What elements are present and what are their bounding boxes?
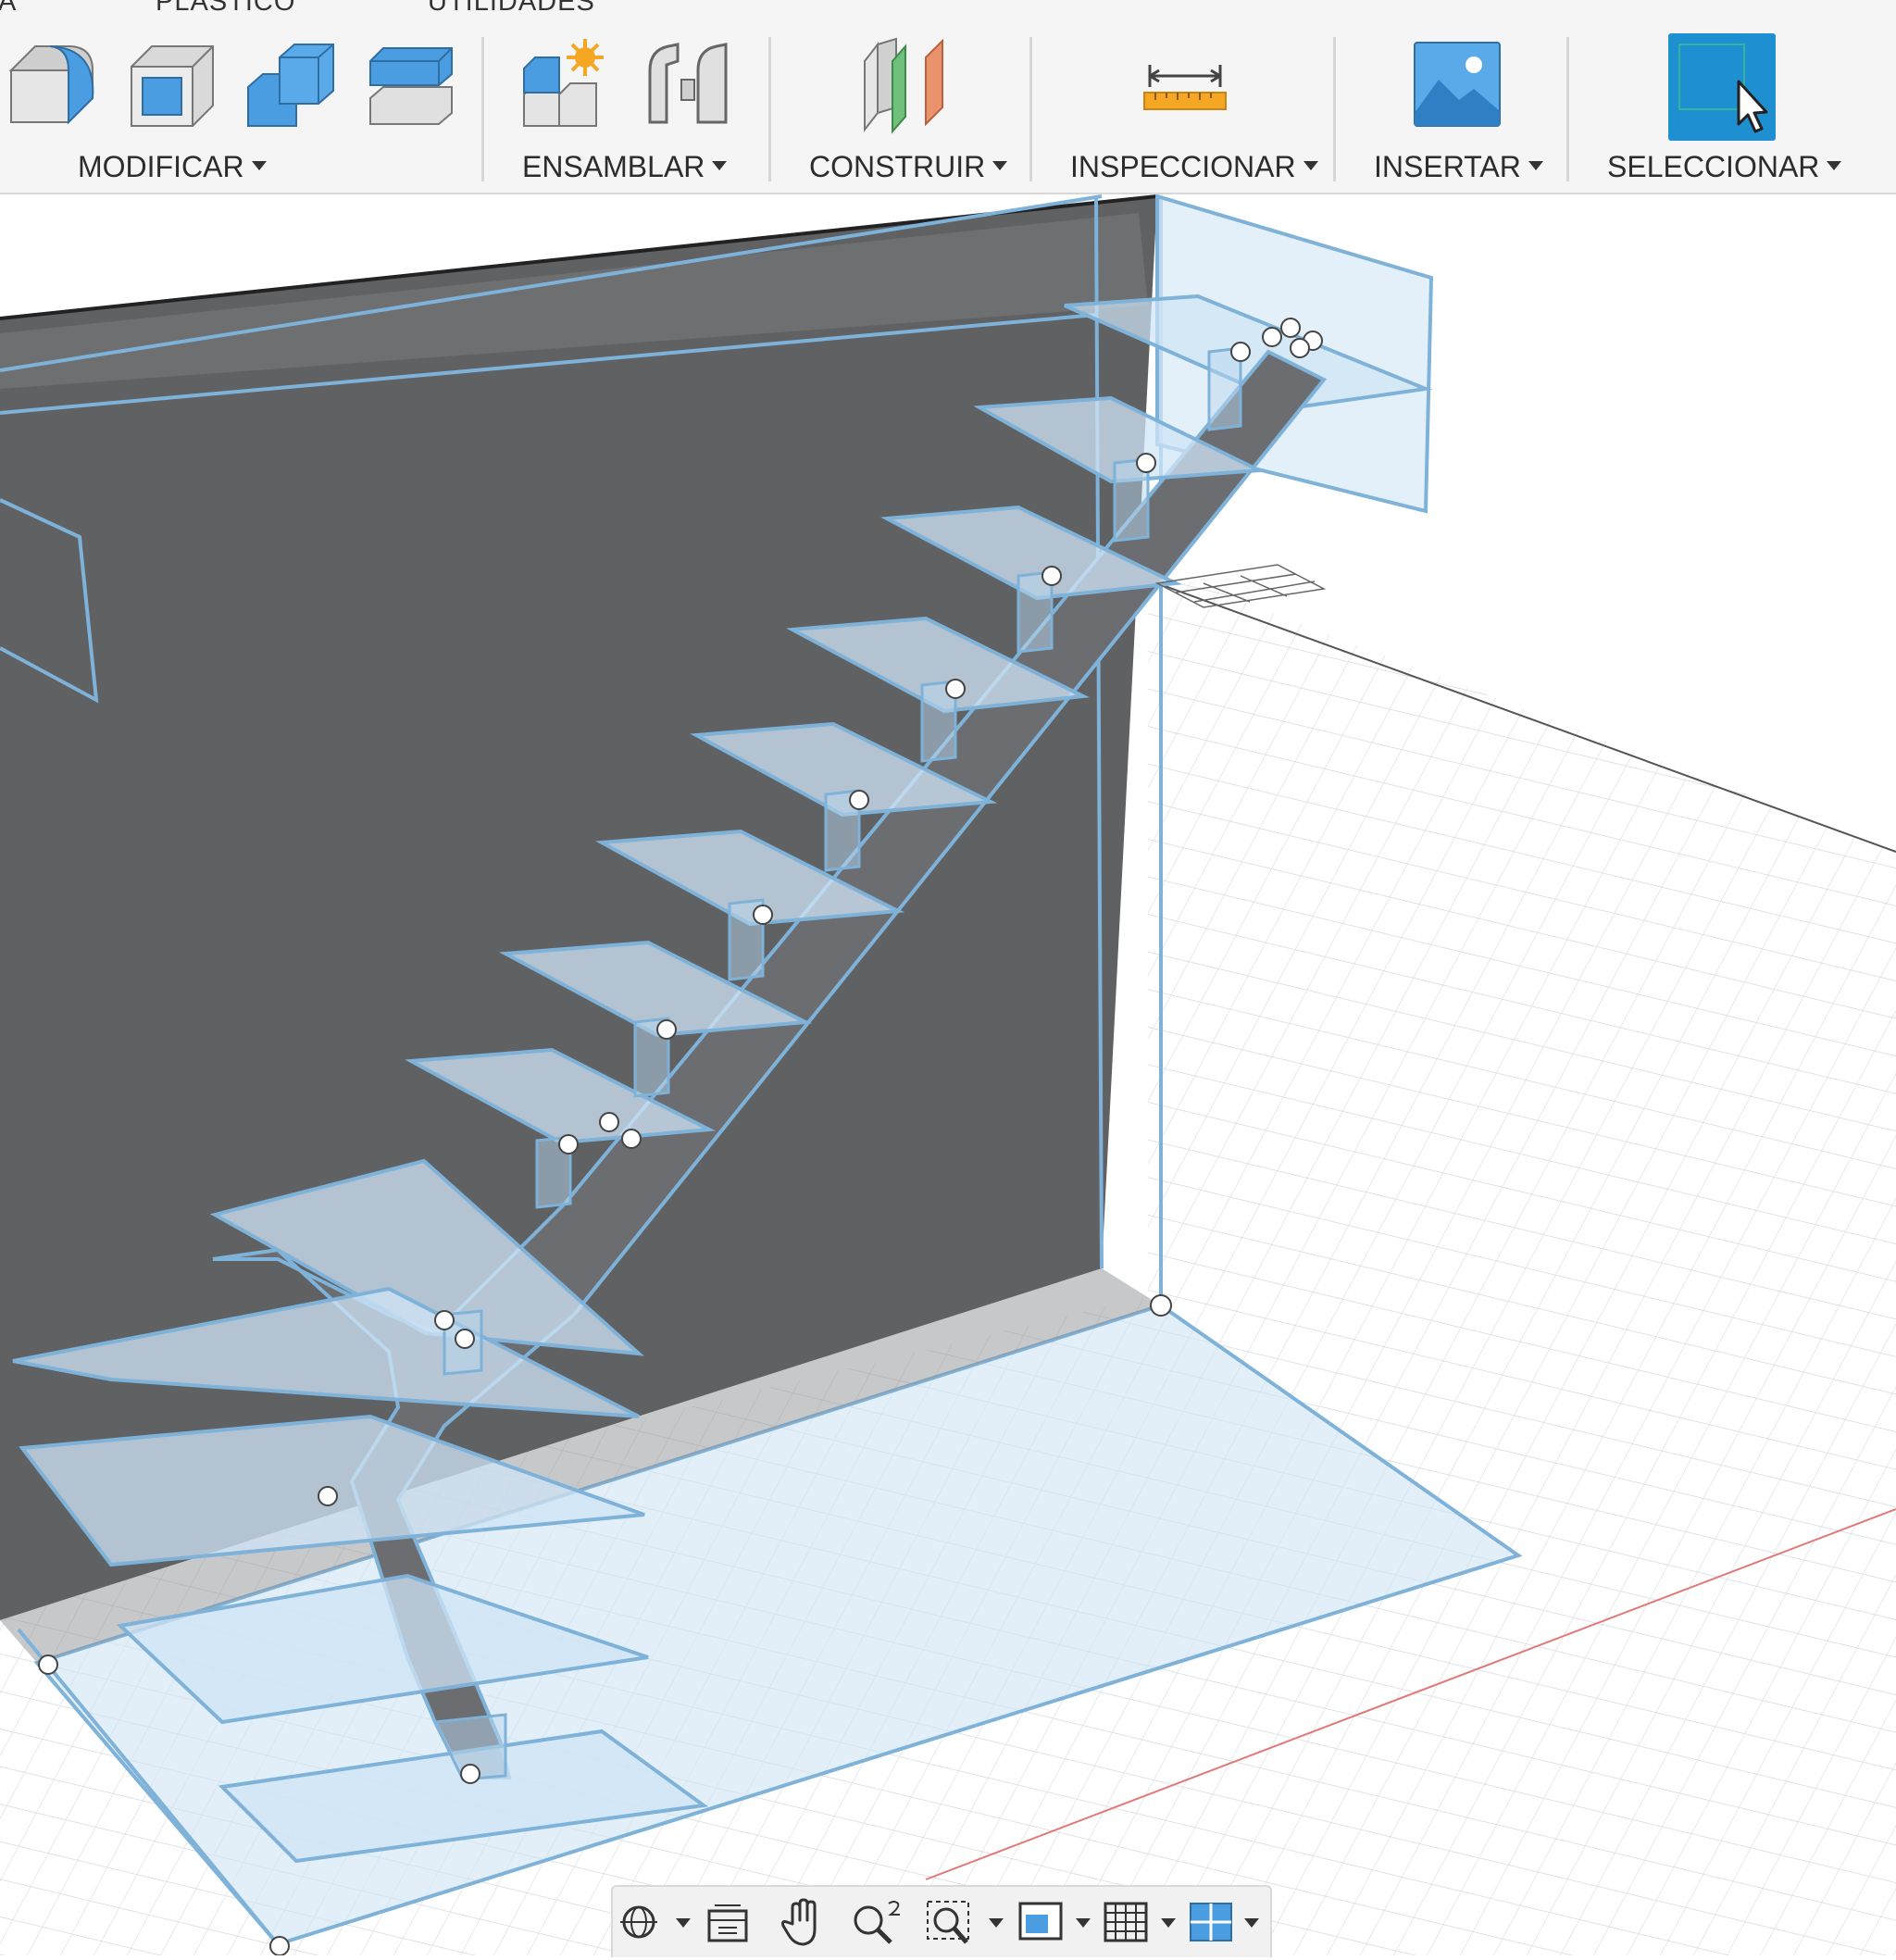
joint-button[interactable] xyxy=(641,33,737,135)
fillet-button[interactable] xyxy=(4,33,100,135)
pan-icon xyxy=(781,1898,817,1946)
chevron-down-icon xyxy=(1827,160,1842,170)
press-pull-button[interactable] xyxy=(365,33,461,135)
display-settings-button[interactable] xyxy=(1017,1896,1094,1948)
pan-button[interactable] xyxy=(776,1896,828,1948)
combine-button[interactable] xyxy=(243,33,339,135)
chevron-down-icon xyxy=(992,160,1008,170)
display-settings-icon xyxy=(1018,1902,1091,1941)
fit-icon xyxy=(927,1901,1004,1944)
insert-image-button[interactable] xyxy=(1409,33,1505,135)
chevron-down-icon xyxy=(712,160,728,170)
chevron-down-icon xyxy=(989,1918,1004,1928)
group-ensamblar: ENSAMBLAR xyxy=(491,0,768,193)
toolbar-divider xyxy=(1566,37,1569,181)
new-component-icon xyxy=(523,39,604,127)
shell-icon xyxy=(131,45,214,127)
offset-plane-button[interactable] xyxy=(855,33,952,135)
chevron-down-icon xyxy=(1076,1918,1091,1928)
measure-icon xyxy=(1143,65,1227,110)
toolbar: A PLÁSTICO UTILIDADES MODIFICAR ENSAMBLA… xyxy=(0,0,1896,194)
zoom-button[interactable] xyxy=(848,1896,904,1948)
modificar-menu[interactable]: MODIFICAR xyxy=(78,150,267,184)
inspeccionar-menu[interactable]: INSPECCIONAR xyxy=(1070,150,1318,184)
viewports-button[interactable] xyxy=(1187,1896,1265,1948)
grid-settings-icon xyxy=(1104,1902,1176,1942)
navigation-bar xyxy=(611,1885,1272,1957)
select-button[interactable] xyxy=(1668,33,1776,141)
ensamblar-label: ENSAMBLAR xyxy=(522,150,705,183)
joint-icon xyxy=(648,43,728,124)
orbit-button[interactable] xyxy=(617,1896,694,1948)
press-pull-icon xyxy=(369,47,453,125)
group-construir: CONSTRUIR xyxy=(778,0,1028,193)
look-at-button[interactable] xyxy=(702,1896,754,1948)
construir-menu[interactable]: CONSTRUIR xyxy=(809,150,1008,184)
toolbar-divider xyxy=(768,37,771,181)
model-canvas xyxy=(0,194,1896,1956)
zoom-icon xyxy=(854,1901,900,1944)
insertar-menu[interactable]: INSERTAR xyxy=(1374,150,1543,184)
look-at-icon xyxy=(707,1904,748,1942)
canvas-viewport[interactable] xyxy=(0,194,1896,1956)
select-icon xyxy=(1668,33,1776,141)
group-insertar: INSERTAR xyxy=(1342,0,1565,193)
modificar-label: MODIFICAR xyxy=(78,150,244,183)
offset-plane-icon xyxy=(864,37,943,134)
measure-button[interactable] xyxy=(1137,33,1233,135)
chevron-down-icon xyxy=(1161,1918,1176,1928)
toolbar-divider xyxy=(1333,37,1336,181)
new-component-button[interactable] xyxy=(518,33,615,135)
insertar-label: INSERTAR xyxy=(1374,150,1521,183)
group-inspeccionar: INSPECCIONAR xyxy=(1039,0,1335,193)
group-modificar: MODIFICAR xyxy=(0,0,481,193)
combine-icon xyxy=(247,44,334,127)
ensamblar-menu[interactable]: ENSAMBLAR xyxy=(522,150,728,184)
fit-button[interactable] xyxy=(924,1896,1007,1948)
toolbar-divider xyxy=(481,37,484,181)
viewports-icon xyxy=(1190,1903,1259,1941)
toolbar-divider xyxy=(1029,37,1032,181)
chevron-down-icon xyxy=(1303,160,1318,170)
chevron-down-icon xyxy=(1244,1918,1259,1928)
inspeccionar-label: INSPECCIONAR xyxy=(1070,150,1296,183)
seleccionar-menu[interactable]: SELECCIONAR xyxy=(1607,150,1842,184)
chevron-down-icon xyxy=(251,160,267,170)
fillet-icon xyxy=(8,45,94,125)
construir-label: CONSTRUIR xyxy=(809,150,986,183)
shell-button[interactable] xyxy=(124,33,220,135)
insert-image-icon xyxy=(1414,42,1501,127)
chevron-down-icon xyxy=(676,1918,691,1928)
group-seleccionar: SELECCIONAR xyxy=(1576,0,1896,193)
orbit-icon xyxy=(620,1905,691,1939)
seleccionar-label: SELECCIONAR xyxy=(1607,150,1820,183)
chevron-down-icon xyxy=(1528,160,1543,170)
grid-settings-button[interactable] xyxy=(1102,1896,1179,1948)
